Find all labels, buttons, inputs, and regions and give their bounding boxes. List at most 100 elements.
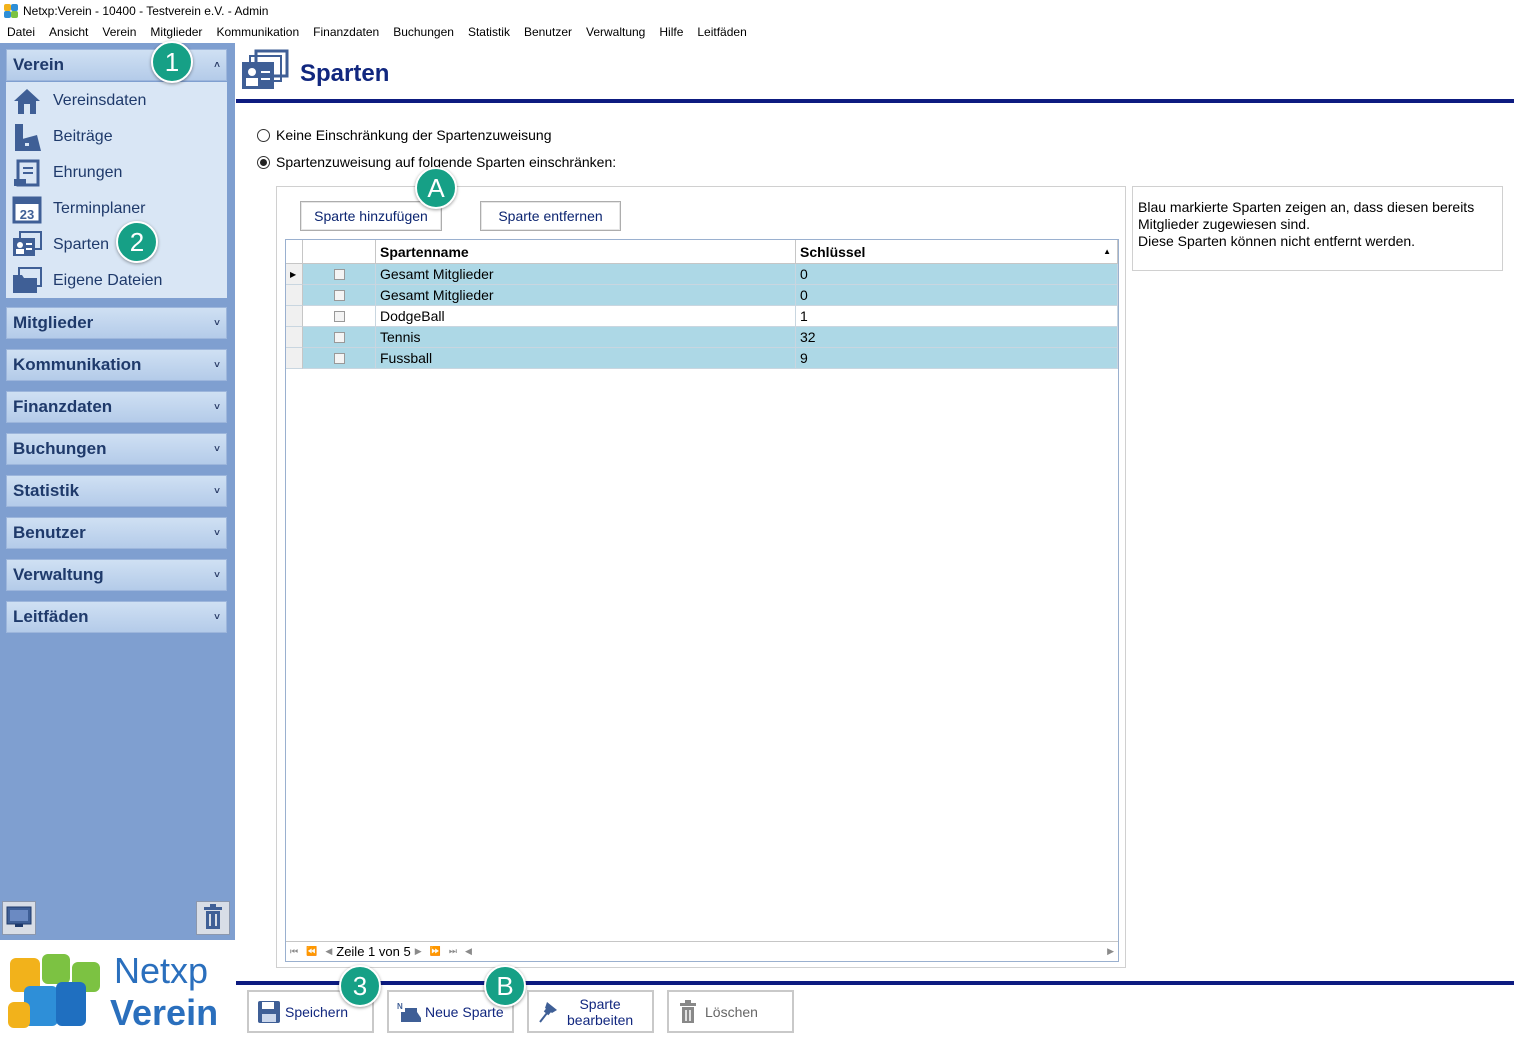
trash-button[interactable] xyxy=(196,901,230,935)
schluessel-cell[interactable]: 32 xyxy=(796,327,1118,348)
sidebar-group-leitfaeden[interactable]: Leitfäden ˅ xyxy=(6,601,227,633)
column-header-schluessel[interactable]: Schlüssel ▲ xyxy=(796,240,1118,264)
certificate-icon xyxy=(11,157,43,189)
sidebar-group-verwaltung[interactable]: Verwaltung ˅ xyxy=(6,559,227,591)
sidebar-item-sparten[interactable]: Sparten xyxy=(11,228,109,262)
chevron-down-icon: ˅ xyxy=(214,443,220,455)
app-logo-icon xyxy=(4,4,18,18)
radio-button[interactable] xyxy=(257,155,270,169)
chevron-down-icon: ˅ xyxy=(214,359,220,371)
sidebar-item-ehrungen[interactable]: Ehrungen xyxy=(11,156,122,190)
sparten-panel: Sparte hinzufügen Sparte entfernen Spart… xyxy=(276,186,1126,968)
row-checkbox-cell[interactable] xyxy=(303,327,376,348)
sidebar-group-mitglieder[interactable]: Mitglieder ˅ xyxy=(6,307,227,339)
spartenname-cell[interactable]: Gesamt Mitglieder xyxy=(376,264,796,285)
annotation-badge-3: 3 xyxy=(339,965,381,1007)
sidebar-item-vereinsdaten[interactable]: Vereinsdaten xyxy=(11,84,146,118)
row-checkbox[interactable] xyxy=(333,289,345,301)
schluessel-cell[interactable]: 1 xyxy=(796,306,1118,327)
row-arrow-icon: ▶ xyxy=(290,269,297,279)
row-checkbox[interactable] xyxy=(333,268,345,280)
current-row-indicator: ▶ xyxy=(286,264,303,285)
row-checkbox-cell[interactable] xyxy=(303,264,376,285)
spartenname-cell[interactable]: Gesamt Mitglieder xyxy=(376,285,796,306)
sidebar-group-kommunikation[interactable]: Kommunikation ˅ xyxy=(6,349,227,381)
prev-page-fast-icon[interactable]: ⏪ xyxy=(306,946,317,957)
member-cards-icon xyxy=(11,229,43,261)
next-page-icon[interactable]: ▶ xyxy=(415,946,422,957)
sidebar-item-terminplaner[interactable]: 23 Terminplaner xyxy=(11,192,145,226)
sidebar-group-statistik[interactable]: Statistik ˅ xyxy=(6,475,227,507)
menu-benutzer[interactable]: Benutzer xyxy=(517,25,579,39)
prev-page-icon[interactable]: ◀ xyxy=(325,946,332,957)
window-title: Netxp:Verein - 10400 - Testverein e.V. -… xyxy=(23,4,269,18)
menu-statistik[interactable]: Statistik xyxy=(461,25,517,39)
sidebar-group-verein[interactable]: Verein ˄ xyxy=(6,49,227,81)
sparten-grid: Spartenname Schlüssel ▲ ▶ Gesamt Mitglie… xyxy=(285,239,1119,962)
trash-icon xyxy=(677,999,701,1024)
chevron-down-icon: ˅ xyxy=(214,527,220,539)
table-row[interactable]: Gesamt Mitglieder 0 xyxy=(286,285,1118,306)
menu-kommunikation[interactable]: Kommunikation xyxy=(209,25,306,39)
schluessel-cell[interactable]: 9 xyxy=(796,348,1118,369)
spartenname-cell[interactable]: DodgeBall xyxy=(376,306,796,327)
add-sparte-button[interactable]: Sparte hinzufügen xyxy=(300,201,442,231)
row-checkbox[interactable] xyxy=(333,310,345,322)
row-checkbox-cell[interactable] xyxy=(303,306,376,327)
sidebar-group-label: Verein xyxy=(13,55,65,74)
sidebar-item-beitraege[interactable]: Beiträge xyxy=(11,120,113,154)
row-checkbox-cell[interactable] xyxy=(303,348,376,369)
column-header-spartenname[interactable]: Spartenname xyxy=(376,240,796,264)
menu-mitglieder[interactable]: Mitglieder xyxy=(143,25,209,39)
row-selector[interactable] xyxy=(286,327,303,348)
sidebar-group-buchungen[interactable]: Buchungen ˅ xyxy=(6,433,227,465)
spartenname-cell[interactable]: Tennis xyxy=(376,327,796,348)
table-row[interactable]: ▶ Gesamt Mitglieder 0 xyxy=(286,264,1118,285)
schluessel-cell[interactable]: 0 xyxy=(796,264,1118,285)
delete-button[interactable]: Löschen xyxy=(667,990,794,1033)
menu-finanzdaten[interactable]: Finanzdaten xyxy=(306,25,386,39)
row-selector[interactable] xyxy=(286,285,303,306)
first-page-icon[interactable]: ⏮ xyxy=(290,946,298,957)
last-page-icon[interactable]: ⏭ xyxy=(449,946,457,957)
annotation-badge-a: A xyxy=(415,167,457,209)
menu-verein[interactable]: Verein xyxy=(95,25,143,39)
menu-datei[interactable]: Datei xyxy=(0,25,42,39)
checkbox-column-header[interactable] xyxy=(303,240,376,264)
menu-buchungen[interactable]: Buchungen xyxy=(386,25,461,39)
row-checkbox[interactable] xyxy=(333,331,345,343)
row-selector[interactable] xyxy=(286,348,303,369)
register-icon xyxy=(11,121,43,153)
table-row[interactable]: Fussball 9 xyxy=(286,348,1118,369)
menu-verwaltung[interactable]: Verwaltung xyxy=(579,25,652,39)
row-checkbox-cell[interactable] xyxy=(303,285,376,306)
menu-ansicht[interactable]: Ansicht xyxy=(42,25,95,39)
house-icon xyxy=(11,85,43,117)
table-row[interactable]: Tennis 32 xyxy=(286,327,1118,348)
row-selector[interactable] xyxy=(286,306,303,327)
scroll-left-icon[interactable]: ◀ xyxy=(465,946,472,957)
sidebar-group-benutzer[interactable]: Benutzer ˅ xyxy=(6,517,227,549)
menu-leitfaeden[interactable]: Leitfäden xyxy=(690,25,753,39)
scroll-right-icon[interactable]: ▶ xyxy=(1107,946,1114,957)
sidebar-group-finanzdaten[interactable]: Finanzdaten ˅ xyxy=(6,391,227,423)
remove-sparte-button[interactable]: Sparte entfernen xyxy=(480,201,621,231)
chevron-up-icon: ˄ xyxy=(214,59,220,71)
radio-label: Keine Einschränkung der Spartenzuweisung xyxy=(276,127,552,143)
row-checkbox[interactable] xyxy=(333,352,345,364)
schluessel-cell[interactable]: 0 xyxy=(796,285,1118,306)
sidebar-group-label: Statistik xyxy=(13,481,80,500)
table-row[interactable]: DodgeBall 1 xyxy=(286,306,1118,327)
sidebar-item-eigene-dateien[interactable]: Eigene Dateien xyxy=(11,264,162,298)
monitor-icon xyxy=(6,906,32,931)
info-line: Mitglieder zugewiesen sind. xyxy=(1138,216,1310,232)
radio-label: Spartenzuweisung auf folgende Sparten ei… xyxy=(276,154,617,170)
logo-text-verein: Verein xyxy=(110,992,219,1033)
screen-toggle-button[interactable] xyxy=(2,901,36,935)
next-page-fast-icon[interactable]: ⏩ xyxy=(430,946,441,957)
edit-sparte-button[interactable]: Sparte bearbeiten xyxy=(527,990,654,1033)
radio-no-restriction[interactable]: Keine Einschränkung der Spartenzuweisung xyxy=(257,127,552,143)
spartenname-cell[interactable]: Fussball xyxy=(376,348,796,369)
radio-button[interactable] xyxy=(257,128,270,142)
menu-hilfe[interactable]: Hilfe xyxy=(652,25,690,39)
